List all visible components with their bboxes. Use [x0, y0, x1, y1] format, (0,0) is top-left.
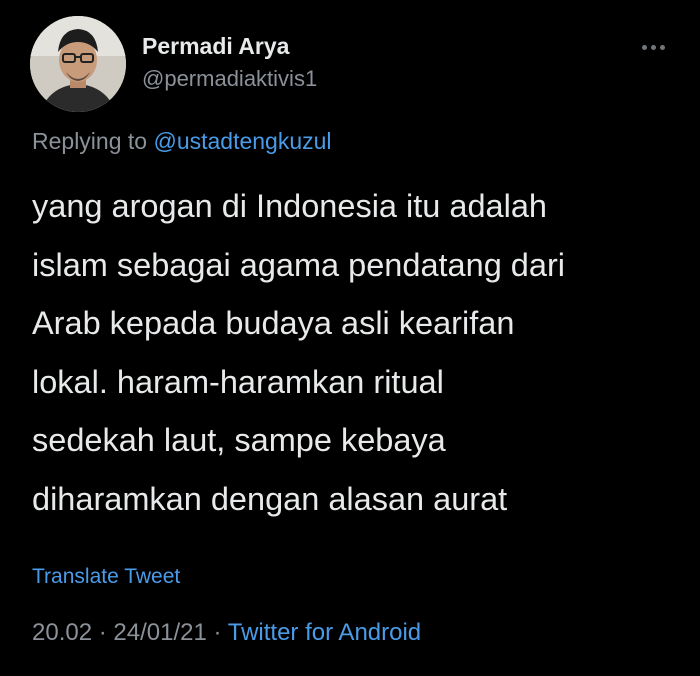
reply-mention-link[interactable]: @ustadtengkuzul: [153, 128, 331, 154]
tweet-text-line: sedekah laut, sampe kebaya: [32, 422, 446, 459]
tweet-metadata: 20.02 · 24/01/21 · Twitter for Android: [32, 619, 421, 647]
more-horizontal-icon: [641, 44, 647, 50]
replying-to: Replying to @ustadtengkuzul: [32, 128, 332, 155]
tweet-time[interactable]: 20.02: [32, 619, 92, 646]
tweet-detail: Permadi Arya @permadiaktivis1 Replying t…: [0, 0, 700, 676]
more-options-button[interactable]: [636, 36, 670, 58]
meta-separator: ·: [98, 619, 107, 646]
replying-to-label: Replying to: [32, 128, 148, 154]
meta-separator: ·: [213, 619, 222, 646]
tweet-source-link[interactable]: Twitter for Android: [228, 619, 421, 646]
author-display-name[interactable]: Permadi Arya: [142, 33, 289, 60]
tweet-text-line: lokal. haram-haramkan ritual: [32, 363, 444, 400]
author-handle[interactable]: @permadiaktivis1: [142, 66, 317, 92]
tweet-text-line: Arab kepada budaya asli kearifan: [32, 305, 515, 342]
avatar[interactable]: [30, 16, 126, 112]
tweet-text-line: islam sebagai agama pendatang dari: [32, 246, 565, 283]
tweet-date[interactable]: 24/01/21: [113, 619, 206, 646]
more-horizontal-icon: [650, 44, 656, 50]
tweet-text: yang arogan di Indonesia itu adalah isla…: [32, 177, 682, 529]
avatar-image: [30, 16, 126, 112]
tweet-text-line: yang arogan di Indonesia itu adalah: [32, 188, 547, 224]
more-horizontal-icon: [659, 44, 665, 50]
translate-tweet-link[interactable]: Translate Tweet: [32, 565, 180, 589]
tweet-text-line: diharamkan dengan alasan aurat: [32, 480, 508, 517]
